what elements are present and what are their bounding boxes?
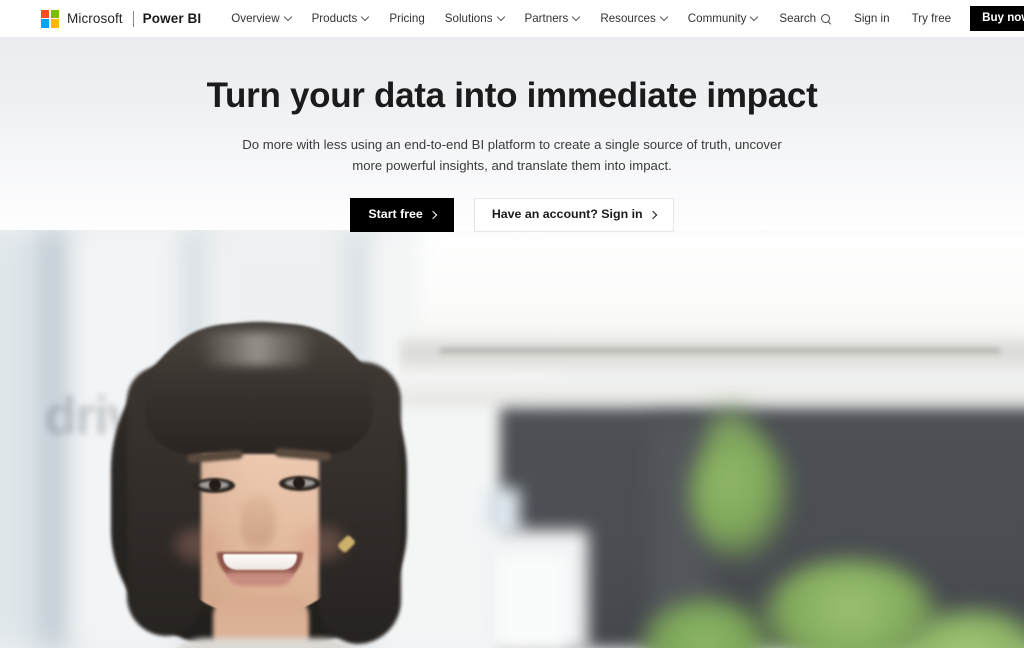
nav-item-community-label: Community xyxy=(687,12,747,25)
logo-square-yellow xyxy=(50,19,59,28)
start-free-label: Start free xyxy=(368,207,423,222)
sign-in-cta-button[interactable]: Have an account? Sign in xyxy=(473,198,674,232)
nav-item-products[interactable]: Products xyxy=(302,0,380,37)
nav-item-partners-label: Partners xyxy=(524,12,569,25)
brand-label: Microsoft xyxy=(67,11,123,26)
product-label[interactable]: Power BI xyxy=(143,11,202,26)
hero-copy: Turn your data into immediate impact Do … xyxy=(0,37,1024,232)
chevron-down-icon xyxy=(661,14,668,21)
office-shelf-rail-lower xyxy=(400,380,1024,406)
office-plant xyxy=(690,430,790,560)
sign-in-link[interactable]: Sign in xyxy=(843,0,900,37)
primary-nav-links: Overview Products Pricing Solutions Part… xyxy=(221,0,768,37)
sign-in-cta-label: Have an account? Sign in xyxy=(491,207,643,222)
shoulder xyxy=(165,638,365,648)
nav-item-overview[interactable]: Overview xyxy=(221,0,301,37)
search-button[interactable]: Search xyxy=(768,0,843,37)
lower-lip xyxy=(227,572,293,586)
nav-item-resources[interactable]: Resources xyxy=(590,0,677,37)
page-title: Turn your data into immediate impact xyxy=(206,76,818,115)
nav-item-solutions[interactable]: Solutions xyxy=(435,0,515,37)
try-free-link[interactable]: Try free xyxy=(901,0,963,37)
chevron-right-icon xyxy=(430,212,436,218)
hero-photo: driv xyxy=(0,230,1024,648)
nav-item-community[interactable]: Community xyxy=(678,0,769,37)
hero-subtitle: Do more with less using an end-to-end BI… xyxy=(242,137,782,173)
teeth xyxy=(223,554,297,570)
buy-now-button[interactable]: Buy now xyxy=(970,6,1024,31)
chevron-right-icon xyxy=(650,212,656,218)
chevron-down-icon xyxy=(573,14,580,21)
pupil-left xyxy=(209,479,221,491)
nav-item-partners[interactable]: Partners xyxy=(515,0,591,37)
try-free-label: Try free xyxy=(911,12,952,25)
office-shelf-edge xyxy=(440,348,1000,353)
office-shelf-upper xyxy=(420,230,1024,352)
brand-home-link[interactable]: Microsoft Power BI xyxy=(41,0,201,37)
nav-item-overview-label: Overview xyxy=(231,12,280,25)
nav-item-resources-label: Resources xyxy=(600,12,656,25)
chevron-down-icon xyxy=(498,14,505,21)
logo-square-blue xyxy=(41,19,50,28)
nose xyxy=(241,496,275,548)
chevron-down-icon xyxy=(285,14,292,21)
logo-square-green xyxy=(50,9,59,18)
brand-divider xyxy=(132,10,134,27)
search-label: Search xyxy=(779,12,817,25)
nav-item-products-label: Products xyxy=(311,12,358,25)
logo-square-red xyxy=(41,9,50,18)
hero-cta-row: Start free Have an account? Sign in xyxy=(0,198,1024,232)
pupil-right xyxy=(293,477,305,489)
top-navigation-bar: Microsoft Power BI Overview Products Pri… xyxy=(0,0,1024,37)
start-free-button[interactable]: Start free xyxy=(350,198,454,232)
chevron-down-icon xyxy=(751,14,758,21)
hero-section: driv Turn your data into immediate impac… xyxy=(0,37,1024,648)
nav-item-pricing[interactable]: Pricing xyxy=(379,0,434,37)
nav-item-pricing-label: Pricing xyxy=(389,12,425,25)
office-shelf-rail xyxy=(400,338,1024,372)
background-object xyxy=(486,488,520,536)
hair-highlight xyxy=(197,332,317,366)
search-icon xyxy=(821,14,832,25)
background-whiteboard-inner xyxy=(497,556,567,648)
hero-photo-content: driv xyxy=(0,230,1024,648)
nav-item-solutions-label: Solutions xyxy=(444,12,493,25)
chevron-down-icon xyxy=(362,14,369,21)
microsoft-logo-icon xyxy=(41,9,59,28)
utility-nav: Search Sign in Try free Buy now xyxy=(768,0,1024,37)
person-portrait xyxy=(105,300,415,648)
sign-in-label: Sign in xyxy=(854,12,890,25)
